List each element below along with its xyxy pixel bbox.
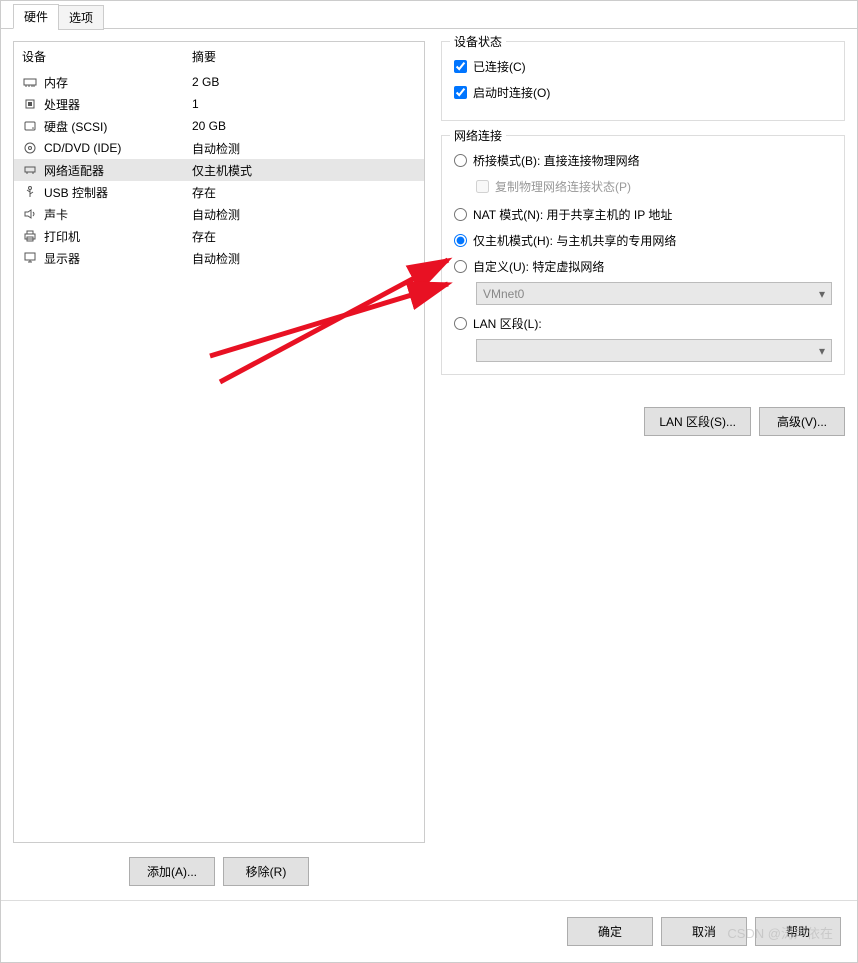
radio-custom-label: 自定义(U): 特定虚拟网络	[473, 258, 604, 275]
cpu-icon	[22, 96, 38, 112]
usb-icon	[22, 184, 38, 200]
checkbox-connected[interactable]: 已连接(C)	[454, 56, 832, 76]
network-connection-group: 网络连接 桥接模式(B): 直接连接物理网络 复制物理网络连接状态(P) NAT…	[441, 135, 845, 375]
device-summary: 自动检测	[192, 140, 416, 157]
radio-nat[interactable]: NAT 模式(N): 用于共享主机的 IP 地址	[454, 204, 832, 224]
checkbox-connect-at-poweron[interactable]: 启动时连接(O)	[454, 82, 832, 102]
device-label: 声卡	[44, 206, 192, 223]
device-label: 打印机	[44, 228, 192, 245]
advanced-button[interactable]: 高级(V)...	[759, 407, 845, 436]
device-row-cd[interactable]: CD/DVD (IDE) 自动检测	[14, 137, 424, 159]
tab-hardware[interactable]: 硬件	[13, 4, 59, 29]
device-label: 网络适配器	[44, 162, 192, 179]
radio-bridged-label: 桥接模式(B): 直接连接物理网络	[473, 152, 640, 169]
device-summary: 存在	[192, 184, 416, 201]
radio-hostonly[interactable]: 仅主机模式(H): 与主机共享的专用网络	[454, 230, 832, 250]
device-status-group: 设备状态 已连接(C) 启动时连接(O)	[441, 41, 845, 121]
device-row-disk[interactable]: 硬盘 (SCSI) 20 GB	[14, 115, 424, 137]
device-label: 处理器	[44, 96, 192, 113]
ok-button[interactable]: 确定	[567, 917, 653, 946]
device-summary: 自动检测	[192, 250, 416, 267]
checkbox-poweron-input[interactable]	[454, 86, 467, 99]
disk-icon	[22, 118, 38, 134]
device-summary: 自动检测	[192, 206, 416, 223]
radio-hostonly-label: 仅主机模式(H): 与主机共享的专用网络	[473, 232, 676, 249]
network-icon	[22, 162, 38, 178]
device-list-panel: 设备 摘要 内存 2 GB 处理器 1 硬盘 (SCSI) 20 GB	[13, 41, 425, 843]
combo-lan-segment	[476, 339, 832, 362]
checkbox-replicate-label: 复制物理网络连接状态(P)	[495, 178, 631, 195]
radio-lan-label: LAN 区段(L):	[473, 315, 542, 332]
col-header-device: 设备	[22, 48, 192, 65]
remove-button[interactable]: 移除(R)	[223, 857, 309, 886]
printer-icon	[22, 228, 38, 244]
device-label: 显示器	[44, 250, 192, 267]
device-row-printer[interactable]: 打印机 存在	[14, 225, 424, 247]
device-row-memory[interactable]: 内存 2 GB	[14, 71, 424, 93]
device-label: CD/DVD (IDE)	[44, 141, 192, 155]
device-label: 硬盘 (SCSI)	[44, 118, 192, 135]
radio-bridged-input[interactable]	[454, 154, 467, 167]
radio-hostonly-input[interactable]	[454, 234, 467, 247]
device-summary: 2 GB	[192, 75, 416, 89]
radio-nat-label: NAT 模式(N): 用于共享主机的 IP 地址	[473, 206, 672, 223]
device-summary: 1	[192, 97, 416, 111]
radio-nat-input[interactable]	[454, 208, 467, 221]
group-title-status: 设备状态	[450, 33, 506, 50]
radio-custom-input[interactable]	[454, 260, 467, 273]
memory-icon	[22, 74, 38, 90]
checkbox-replicate-input	[476, 180, 489, 193]
device-row-sound[interactable]: 声卡 自动检测	[14, 203, 424, 225]
device-label: USB 控制器	[44, 184, 192, 201]
sound-icon	[22, 206, 38, 222]
radio-lan-segment[interactable]: LAN 区段(L):	[454, 313, 832, 333]
cd-icon	[22, 140, 38, 156]
help-button[interactable]: 帮助	[755, 917, 841, 946]
checkbox-connected-label: 已连接(C)	[473, 58, 526, 75]
device-summary: 20 GB	[192, 119, 416, 133]
checkbox-poweron-label: 启动时连接(O)	[473, 84, 550, 101]
combo-custom-vmnet: VMnet0	[476, 282, 832, 305]
display-icon	[22, 250, 38, 266]
tab-options[interactable]: 选项	[58, 5, 104, 30]
device-row-usb[interactable]: USB 控制器 存在	[14, 181, 424, 203]
lan-segments-button[interactable]: LAN 区段(S)...	[644, 407, 751, 436]
device-summary: 仅主机模式	[192, 162, 416, 179]
device-row-display[interactable]: 显示器 自动检测	[14, 247, 424, 269]
radio-lan-input[interactable]	[454, 317, 467, 330]
group-title-network: 网络连接	[450, 127, 506, 144]
device-summary: 存在	[192, 228, 416, 245]
radio-custom[interactable]: 自定义(U): 特定虚拟网络	[454, 256, 832, 276]
add-button[interactable]: 添加(A)...	[129, 857, 215, 886]
checkbox-replicate: 复制物理网络连接状态(P)	[476, 176, 832, 196]
device-row-network[interactable]: 网络适配器 仅主机模式	[14, 159, 424, 181]
col-header-summary: 摘要	[192, 48, 416, 65]
device-label: 内存	[44, 74, 192, 91]
checkbox-connected-input[interactable]	[454, 60, 467, 73]
cancel-button[interactable]: 取消	[661, 917, 747, 946]
device-row-cpu[interactable]: 处理器 1	[14, 93, 424, 115]
radio-bridged[interactable]: 桥接模式(B): 直接连接物理网络	[454, 150, 832, 170]
